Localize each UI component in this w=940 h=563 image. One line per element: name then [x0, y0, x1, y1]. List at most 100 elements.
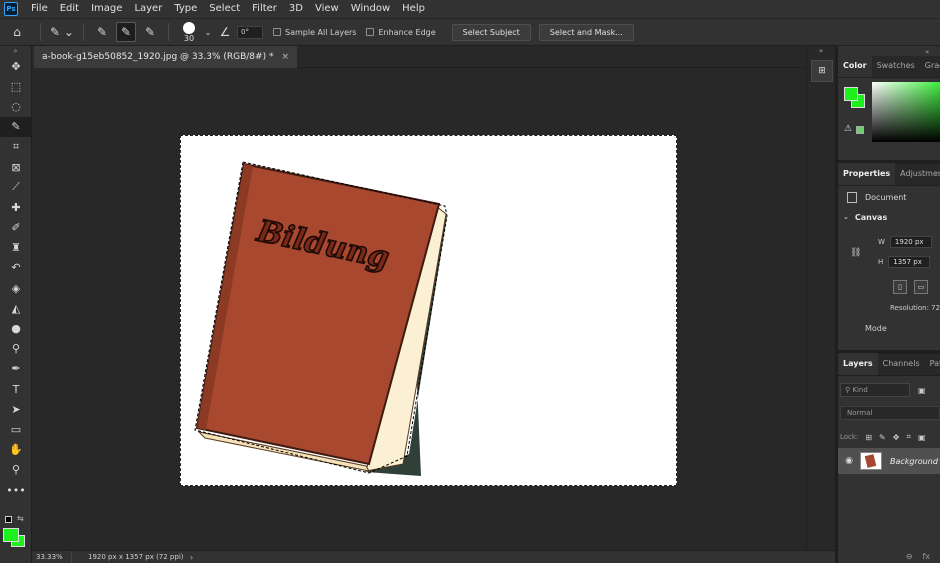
- tab-color[interactable]: Color: [838, 55, 872, 77]
- document-label: Document: [865, 192, 907, 202]
- tab-gradients[interactable]: Grad: [920, 55, 940, 77]
- document-info: 1920 px x 1357 px (72 ppi): [88, 553, 184, 561]
- dodge-tool-icon[interactable]: ⚲: [0, 339, 32, 359]
- collapse-toolbar-icon[interactable]: »: [0, 46, 31, 56]
- tab-swatches[interactable]: Swatches: [872, 55, 920, 77]
- menu-type[interactable]: Type: [168, 0, 203, 18]
- photoshop-logo: Ps: [4, 2, 18, 16]
- select-and-mask-button[interactable]: Select and Mask...: [538, 23, 634, 41]
- type-tool-icon[interactable]: T: [0, 379, 32, 399]
- edit-toolbar-icon[interactable]: •••: [0, 480, 32, 500]
- angle-input[interactable]: 0°: [237, 25, 263, 39]
- image-filter-icon[interactable]: ▣: [918, 386, 926, 395]
- history-panel-icon[interactable]: ⊞: [811, 60, 833, 82]
- tab-channels[interactable]: Channels: [878, 353, 925, 375]
- foreground-color-swatch[interactable]: [844, 87, 858, 101]
- link-layers-icon[interactable]: ⊖: [906, 552, 913, 561]
- width-field[interactable]: 1920 px: [889, 236, 932, 248]
- menu-edit[interactable]: Edit: [54, 0, 85, 18]
- chevron-down-icon[interactable]: ⌄: [203, 21, 213, 43]
- color-spectrum[interactable]: [872, 82, 940, 142]
- layer-name: Background: [890, 456, 938, 466]
- move-tool-icon[interactable]: ✥: [0, 56, 32, 76]
- layer-kind-filter[interactable]: ⚲ Kind: [840, 383, 910, 397]
- clone-stamp-tool-icon[interactable]: ♜: [0, 238, 32, 258]
- lock-transparent-icon[interactable]: ⊞: [865, 433, 872, 442]
- add-to-selection-brush-icon[interactable]: ✎: [116, 22, 136, 42]
- paint-bucket-tool-icon[interactable]: ◭: [0, 298, 32, 318]
- sample-all-layers-checkbox[interactable]: Sample All Layers: [273, 28, 356, 37]
- menu-filter[interactable]: Filter: [246, 0, 283, 18]
- menu-window[interactable]: Window: [345, 0, 396, 18]
- menu-view[interactable]: View: [309, 0, 345, 18]
- enhance-edge-checkbox[interactable]: Enhance Edge: [366, 27, 436, 37]
- height-field[interactable]: 1357 px: [888, 256, 931, 268]
- canvas-section-header[interactable]: ⌄ Canvas: [838, 208, 940, 226]
- lock-position-icon[interactable]: ✥: [893, 433, 900, 442]
- crop-tool-icon[interactable]: ⌗: [0, 137, 32, 157]
- layers-panel: Layers Channels Path ⚲ Kind ▣ Normal Loc…: [838, 350, 940, 563]
- hand-tool-icon[interactable]: ✋: [0, 440, 32, 460]
- blend-mode-select[interactable]: Normal: [840, 406, 940, 420]
- new-selection-brush-icon[interactable]: ✎: [92, 22, 112, 42]
- subtract-from-selection-brush-icon[interactable]: ✎: [140, 22, 160, 42]
- landscape-icon[interactable]: ▭: [914, 280, 928, 294]
- swap-colors-icon[interactable]: ⇆: [17, 514, 24, 523]
- expand-panels-icon[interactable]: »: [807, 46, 835, 56]
- enhance-edge-label: Enhance Edge: [378, 27, 436, 37]
- eraser-tool-icon[interactable]: ◈: [0, 278, 32, 298]
- tab-properties[interactable]: Properties: [838, 163, 896, 185]
- menu-help[interactable]: Help: [396, 0, 431, 18]
- document-canvas[interactable]: Bildung: [180, 135, 677, 486]
- brush-preview-icon: [183, 21, 195, 34]
- healing-brush-tool-icon[interactable]: ✚: [0, 197, 32, 217]
- quick-selection-tool-icon[interactable]: ✎: [0, 116, 32, 137]
- lock-artboard-icon[interactable]: ⌗: [906, 432, 911, 442]
- menu-select[interactable]: Select: [203, 0, 246, 18]
- layer-filter-row: ⚲ Kind ▣: [840, 382, 940, 398]
- path-selection-tool-icon[interactable]: ➤: [0, 399, 32, 419]
- document-tabs: a-book-g15eb50852_1920.jpg @ 33.3% (RGB/…: [32, 46, 806, 68]
- fx-icon[interactable]: fx: [922, 552, 930, 561]
- zoom-level-field[interactable]: 33.33%: [32, 550, 72, 563]
- document-tab[interactable]: a-book-g15eb50852_1920.jpg @ 33.3% (RGB/…: [34, 46, 297, 68]
- visibility-eye-icon[interactable]: ◉: [838, 456, 860, 466]
- tab-adjustments[interactable]: Adjustments: [895, 163, 940, 185]
- document-row: Document: [838, 186, 940, 208]
- brush-tool-icon[interactable]: ✐: [0, 218, 32, 238]
- default-colors-icon[interactable]: [5, 516, 12, 523]
- tab-layers[interactable]: Layers: [838, 353, 878, 375]
- tool-preset-picker-icon[interactable]: ✎ ⌄: [47, 21, 77, 43]
- sample-all-layers-label: Sample All Layers: [285, 27, 357, 37]
- menu-image[interactable]: Image: [85, 0, 128, 18]
- eyedropper-tool-icon[interactable]: ⟋: [0, 177, 32, 197]
- home-icon[interactable]: ⌂: [0, 21, 34, 43]
- options-bar: ⌂ ✎ ⌄ ✎ ✎ ✎ 30 ⌄ ∠ 0° Sample All Layers …: [0, 18, 940, 46]
- history-brush-tool-icon[interactable]: ↶: [0, 258, 32, 278]
- frame-tool-icon[interactable]: ⊠: [0, 157, 32, 177]
- menu-layer[interactable]: Layer: [128, 0, 168, 18]
- layer-row[interactable]: ◉ Background: [838, 448, 940, 474]
- status-menu-arrow-icon[interactable]: ›: [190, 553, 193, 562]
- link-icon[interactable]: ⛓: [850, 248, 861, 258]
- close-icon[interactable]: ×: [281, 46, 289, 68]
- lasso-tool-icon[interactable]: ◌: [0, 96, 32, 116]
- menu-file[interactable]: File: [25, 0, 54, 18]
- brush-size-picker[interactable]: 30: [175, 19, 203, 45]
- lock-all-icon[interactable]: ▣: [918, 433, 926, 442]
- lock-image-icon[interactable]: ✎: [879, 433, 886, 442]
- rectangle-tool-icon[interactable]: ▭: [0, 419, 32, 439]
- pen-tool-icon[interactable]: ✒: [0, 359, 32, 379]
- blur-tool-icon[interactable]: ●: [0, 318, 32, 338]
- gamut-color-swatch[interactable]: [856, 126, 864, 134]
- zoom-tool-icon[interactable]: ⚲: [0, 460, 32, 480]
- document-tab-title: a-book-g15eb50852_1920.jpg @ 33.3% (RGB/…: [42, 52, 274, 62]
- portrait-icon[interactable]: ▯: [893, 280, 907, 294]
- menu-3d[interactable]: 3D: [283, 0, 309, 18]
- layer-thumbnail: [860, 452, 882, 470]
- tab-paths[interactable]: Path: [925, 353, 940, 375]
- canvas-area[interactable]: Bildung: [32, 68, 806, 550]
- rectangular-marquee-tool-icon[interactable]: ⬚: [0, 76, 32, 96]
- foreground-color-swatch[interactable]: [3, 528, 19, 542]
- select-subject-button[interactable]: Select Subject: [451, 23, 531, 41]
